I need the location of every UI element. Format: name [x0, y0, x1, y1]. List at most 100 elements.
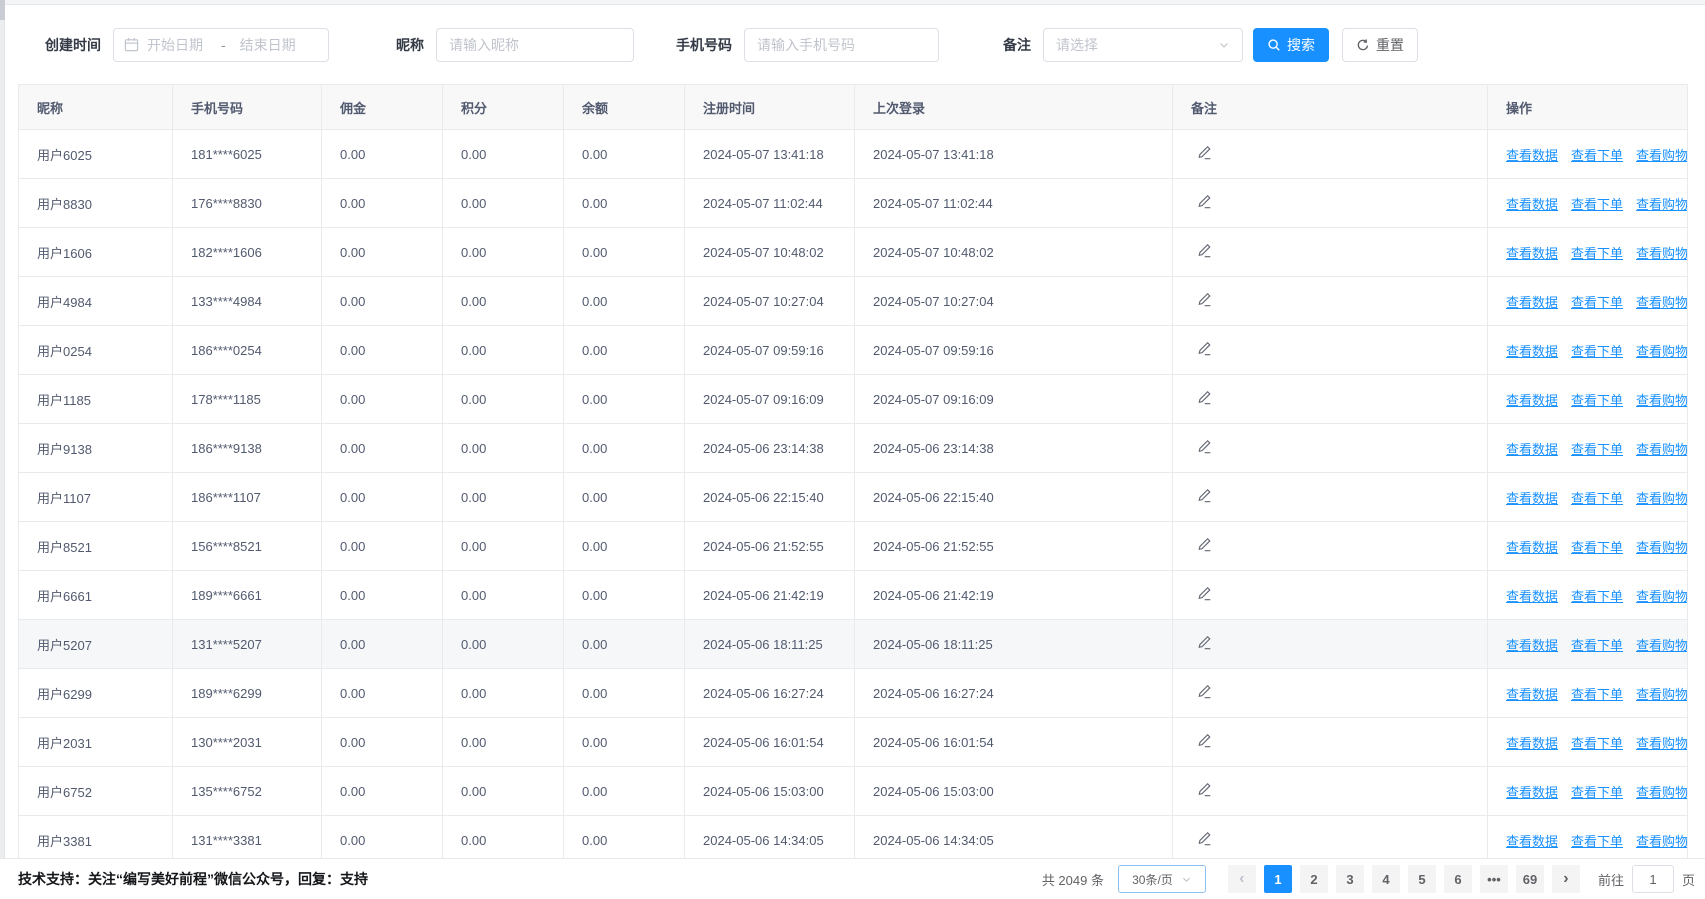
edit-remark-icon[interactable] — [1197, 243, 1212, 258]
view-orders-link[interactable]: 查看下单 — [1571, 442, 1623, 457]
view-data-link[interactable]: 查看数据 — [1506, 344, 1558, 359]
view-cart-link[interactable]: 查看购物车 — [1636, 785, 1687, 800]
view-orders-link[interactable]: 查看下单 — [1571, 344, 1623, 359]
page-button[interactable]: 1 — [1264, 865, 1292, 893]
edit-remark-icon[interactable] — [1197, 733, 1212, 748]
view-cart-link[interactable]: 查看购物车 — [1636, 834, 1687, 849]
page-button[interactable]: 3 — [1336, 865, 1364, 893]
edit-remark-icon[interactable] — [1197, 537, 1212, 552]
remark-cell — [1173, 718, 1488, 767]
goto-page-input[interactable] — [1632, 865, 1674, 893]
prev-page-button[interactable]: ‹ — [1228, 865, 1256, 893]
view-data-link[interactable]: 查看数据 — [1506, 491, 1558, 506]
phone-cell: 186****9138 — [173, 424, 322, 473]
view-data-link[interactable]: 查看数据 — [1506, 246, 1558, 261]
view-data-link[interactable]: 查看数据 — [1506, 197, 1558, 212]
view-orders-link[interactable]: 查看下单 — [1571, 246, 1623, 261]
search-button-label: 搜索 — [1287, 35, 1315, 55]
view-orders-link[interactable]: 查看下单 — [1571, 197, 1623, 212]
view-orders-link[interactable]: 查看下单 — [1571, 491, 1623, 506]
view-data-link[interactable]: 查看数据 — [1506, 736, 1558, 751]
date-range-separator: - — [221, 37, 226, 53]
actions-cell: 查看数据查看下单查看购物车 — [1488, 375, 1688, 424]
pager-ellipsis[interactable]: ••• — [1480, 865, 1508, 893]
view-data-link[interactable]: 查看数据 — [1506, 589, 1558, 604]
edit-remark-icon[interactable] — [1197, 831, 1212, 846]
actions-cell: 查看数据查看下单查看购物车 — [1488, 179, 1688, 228]
view-cart-link[interactable]: 查看购物车 — [1636, 295, 1687, 310]
edit-remark-icon[interactable] — [1197, 635, 1212, 650]
reset-button[interactable]: 重置 — [1342, 28, 1418, 62]
view-orders-link[interactable]: 查看下单 — [1571, 638, 1623, 653]
balance-cell: 0.00 — [564, 522, 685, 571]
view-data-link[interactable]: 查看数据 — [1506, 442, 1558, 457]
view-cart-link[interactable]: 查看购物车 — [1636, 442, 1687, 457]
last-login-cell: 2024-05-07 11:02:44 — [855, 179, 1173, 228]
view-data-link[interactable]: 查看数据 — [1506, 295, 1558, 310]
view-orders-link[interactable]: 查看下单 — [1571, 834, 1623, 849]
nickname-input[interactable] — [436, 28, 634, 62]
edit-remark-icon[interactable] — [1197, 390, 1212, 405]
next-page-button[interactable]: › — [1552, 865, 1580, 893]
view-orders-link[interactable]: 查看下单 — [1571, 295, 1623, 310]
remark-cell — [1173, 522, 1488, 571]
edit-remark-icon[interactable] — [1197, 586, 1212, 601]
view-orders-link[interactable]: 查看下单 — [1571, 785, 1623, 800]
date-range-picker[interactable]: 开始日期 - 结束日期 — [113, 28, 329, 62]
view-cart-link[interactable]: 查看购物车 — [1636, 638, 1687, 653]
nickname-cell: 用户6299 — [19, 669, 173, 718]
view-orders-link[interactable]: 查看下单 — [1571, 736, 1623, 751]
edit-remark-icon[interactable] — [1197, 439, 1212, 454]
view-orders-link[interactable]: 查看下单 — [1571, 393, 1623, 408]
view-cart-link[interactable]: 查看购物车 — [1636, 491, 1687, 506]
view-data-link[interactable]: 查看数据 — [1506, 834, 1558, 849]
remark-cell — [1173, 375, 1488, 424]
view-orders-link[interactable]: 查看下单 — [1571, 589, 1623, 604]
view-orders-link[interactable]: 查看下单 — [1571, 148, 1623, 163]
date-end-placeholder[interactable]: 结束日期 — [240, 35, 296, 55]
view-cart-link[interactable]: 查看购物车 — [1636, 393, 1687, 408]
edit-remark-icon[interactable] — [1197, 782, 1212, 797]
points-cell: 0.00 — [443, 718, 564, 767]
date-start-placeholder[interactable]: 开始日期 — [147, 35, 203, 55]
nickname-cell: 用户0254 — [19, 326, 173, 375]
phone-cell: 156****8521 — [173, 522, 322, 571]
last-login-cell: 2024-05-06 18:11:25 — [855, 620, 1173, 669]
table-row: 用户6025181****60250.000.000.002024-05-07 … — [19, 130, 1688, 179]
edit-remark-icon[interactable] — [1197, 341, 1212, 356]
view-data-link[interactable]: 查看数据 — [1506, 785, 1558, 800]
view-data-link[interactable]: 查看数据 — [1506, 148, 1558, 163]
edit-remark-icon[interactable] — [1197, 292, 1212, 307]
page-button[interactable]: 5 — [1408, 865, 1436, 893]
balance-cell: 0.00 — [564, 424, 685, 473]
view-cart-link[interactable]: 查看购物车 — [1636, 246, 1687, 261]
view-data-link[interactable]: 查看数据 — [1506, 638, 1558, 653]
remark-select[interactable]: 请选择 — [1043, 28, 1243, 62]
edit-remark-icon[interactable] — [1197, 684, 1212, 699]
view-cart-link[interactable]: 查看购物车 — [1636, 197, 1687, 212]
edit-remark-icon[interactable] — [1197, 488, 1212, 503]
page-button[interactable]: 4 — [1372, 865, 1400, 893]
page-button[interactable]: 2 — [1300, 865, 1328, 893]
view-orders-link[interactable]: 查看下单 — [1571, 540, 1623, 555]
view-data-link[interactable]: 查看数据 — [1506, 393, 1558, 408]
search-button[interactable]: 搜索 — [1253, 28, 1329, 62]
view-cart-link[interactable]: 查看购物车 — [1636, 687, 1687, 702]
page-size-select[interactable]: 30条/页 — [1118, 865, 1206, 893]
edit-remark-icon[interactable] — [1197, 194, 1212, 209]
view-cart-link[interactable]: 查看购物车 — [1636, 736, 1687, 751]
page-button[interactable]: 69 — [1516, 865, 1544, 893]
page-button[interactable]: 6 — [1444, 865, 1472, 893]
view-cart-link[interactable]: 查看购物车 — [1636, 589, 1687, 604]
registered-cell: 2024-05-07 11:02:44 — [685, 179, 855, 228]
registered-cell: 2024-05-06 21:42:19 — [685, 571, 855, 620]
view-data-link[interactable]: 查看数据 — [1506, 687, 1558, 702]
view-cart-link[interactable]: 查看购物车 — [1636, 344, 1687, 359]
view-orders-link[interactable]: 查看下单 — [1571, 687, 1623, 702]
view-cart-link[interactable]: 查看购物车 — [1636, 540, 1687, 555]
view-cart-link[interactable]: 查看购物车 — [1636, 148, 1687, 163]
phone-input[interactable] — [744, 28, 939, 62]
registered-cell: 2024-05-06 23:14:38 — [685, 424, 855, 473]
view-data-link[interactable]: 查看数据 — [1506, 540, 1558, 555]
edit-remark-icon[interactable] — [1197, 145, 1212, 160]
